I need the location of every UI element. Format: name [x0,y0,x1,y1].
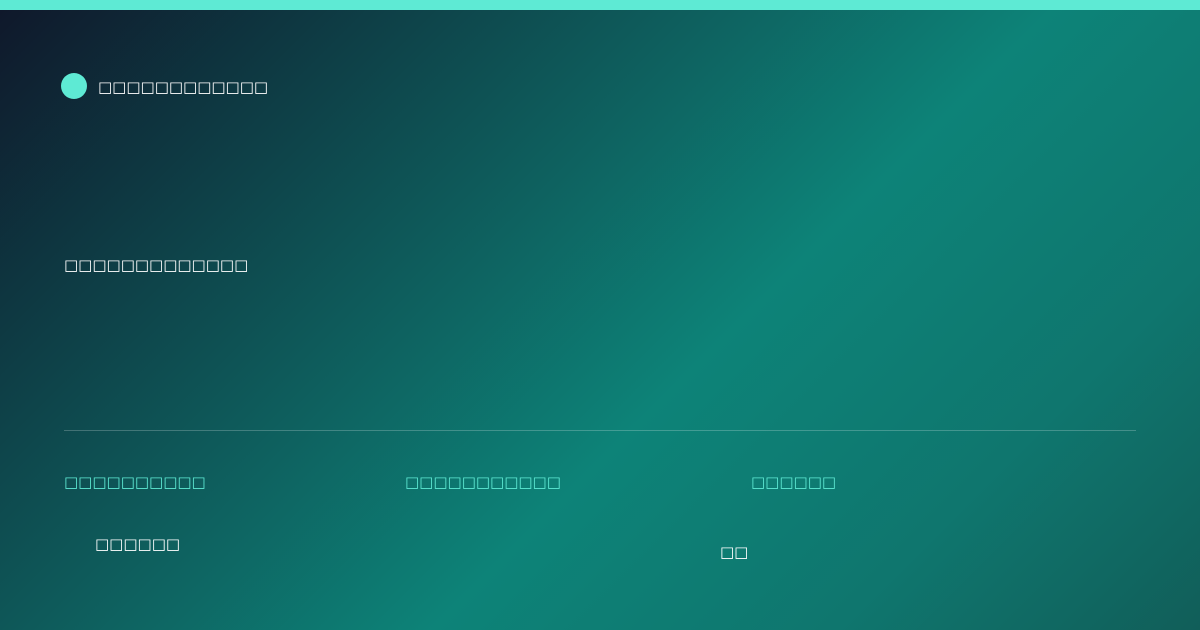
brand-logo-icon [61,73,87,99]
accent-top-bar [0,0,1200,10]
stat-value-1: □□□□□□ [95,535,181,553]
stat-value-3: □□ [720,543,749,561]
stat-label-2: □□□□□□□□□□□ [405,473,561,491]
stat-label-3: □□□□□□ [751,473,837,491]
divider [64,430,1136,431]
headline: □□□□□□□□□□□□□ [64,256,249,274]
brand-name: □□□□□□□□□□□□ [98,78,269,96]
stat-label-1: □□□□□□□□□□ [64,473,206,491]
